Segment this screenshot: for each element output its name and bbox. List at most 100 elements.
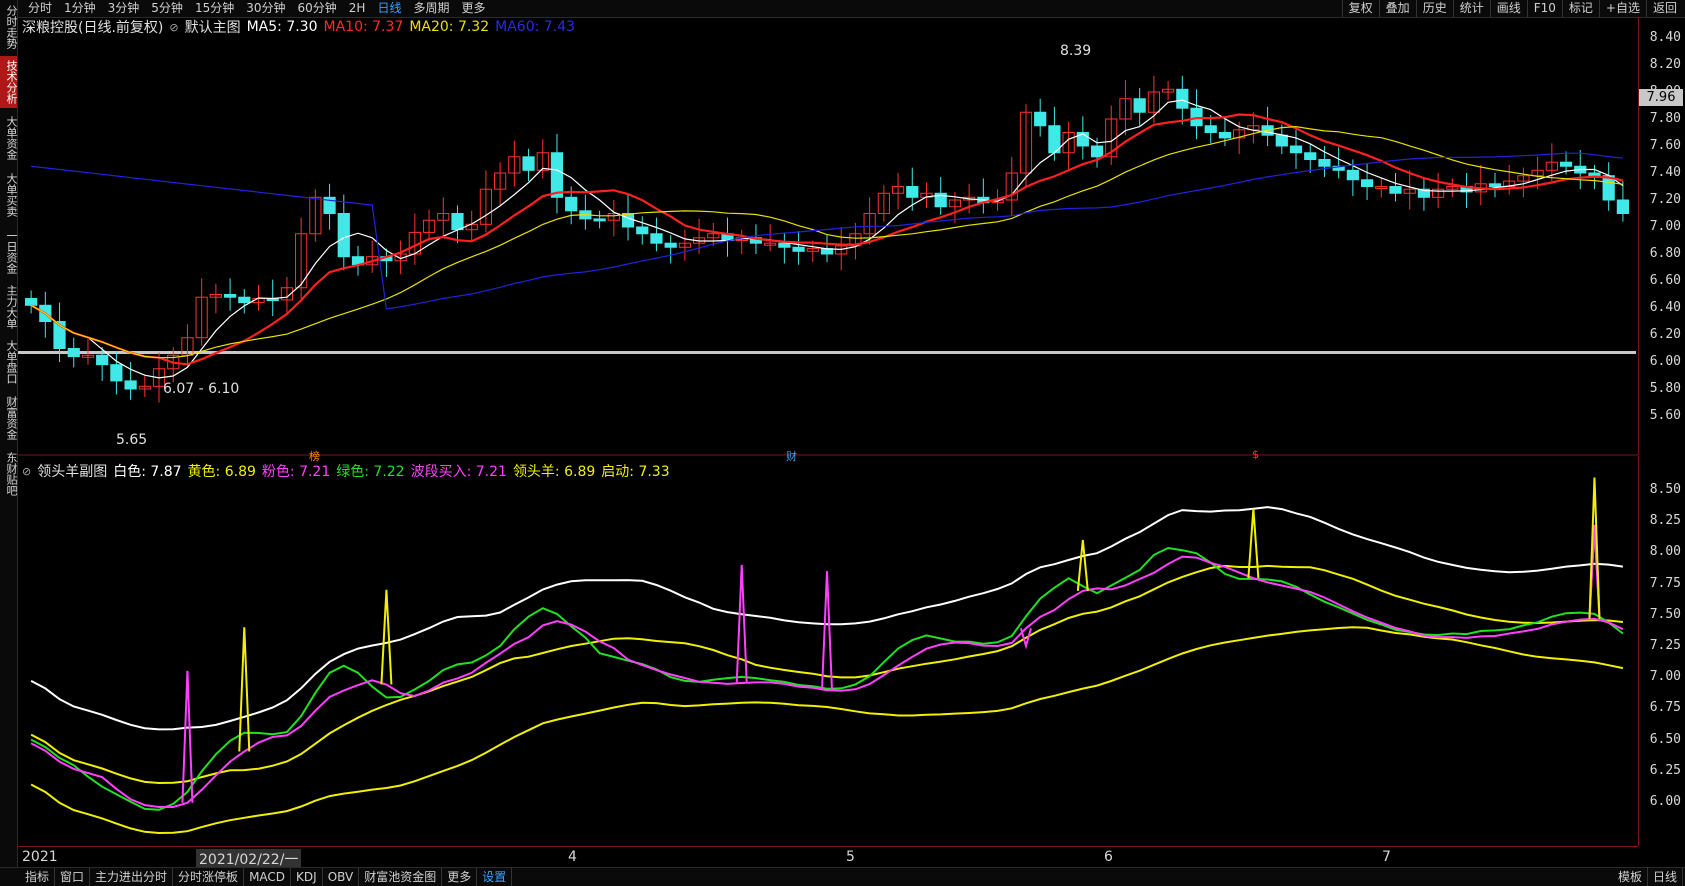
candle-body [565,196,578,212]
candle-body [1318,159,1331,167]
price-tick: 8.40 [1649,30,1681,45]
sub-tick: 8.00 [1649,544,1681,560]
ma10-value: MA10: 7.37 [323,19,404,35]
indicator-tab-8[interactable]: 更多 [442,868,478,886]
yellow-line-upper [30,564,1624,785]
date-axis: 2021 2021/02/22/一 4 5 6 7 [18,846,1638,869]
price-tick: 6.20 [1649,327,1681,342]
sub-tick: 6.75 [1649,700,1681,716]
candle-body [1034,111,1047,127]
candle-body [25,298,38,306]
candle-body [1304,152,1317,160]
price-tick: 5.80 [1649,381,1681,396]
leader-value: 领头羊: 6.89 [512,464,596,480]
candle-body [1218,132,1232,139]
bottom-right-tab-0[interactable]: 模板 [1613,868,1648,886]
candle-body [1190,107,1203,127]
candle-body [96,354,109,366]
candle-body [593,218,606,222]
indicator-tab-4[interactable]: MACD [244,868,292,886]
candle-body [1176,88,1189,109]
candle-body [451,213,464,231]
white-value: 白色: 7.87 [113,464,182,480]
candle-body [778,242,791,248]
green-value: 绿色: 7.22 [336,464,405,480]
date-tick: 4 [568,849,577,865]
candle-body [223,294,237,298]
price-tick: 7.60 [1649,138,1681,153]
candle-body [110,364,123,382]
price-tick: 7.40 [1649,165,1681,180]
date-tick: 7 [1382,849,1391,865]
ma60-line [31,152,1623,310]
price-tick: 6.40 [1649,300,1681,315]
signal-spike [1076,539,1089,591]
sub-tick: 7.25 [1649,638,1681,653]
price-tick: 7.80 [1649,111,1681,126]
stock-title[interactable]: 深粮控股(日线.前复权) [22,17,163,37]
sub-title[interactable]: 领头羊副图 [37,461,107,481]
candle-body [1488,183,1502,188]
candle-body [550,152,564,198]
event-marker-cai[interactable]: 财 [786,448,797,464]
sub-tick: 8.50 [1649,482,1681,497]
event-marker-s[interactable]: $ [1252,448,1259,461]
indicator-tab-1[interactable]: 窗口 [55,868,91,886]
candle-body [1389,186,1402,194]
candle-body [792,246,805,252]
chart-mode-icon[interactable]: ⊘ [169,21,178,34]
candle-body [621,213,635,228]
yellow-line-lower [30,626,1624,835]
signal-spike [735,564,748,684]
indicator-tab-3[interactable]: 分时涨停板 [173,868,245,886]
buy-value: 波段买入: 7.21 [410,464,507,480]
high-annotation: 8.39 [1060,43,1092,59]
candle-body [636,226,649,235]
indicator-toolbar: 指标 窗口 主力进出分时 分时涨停板 MACD KDJ OBV 财富池资金图 更多 设置 模板 日线 [0,867,1685,886]
indicator-tab-9[interactable]: 设置 [477,868,513,886]
sub-tick: 7.00 [1649,669,1681,685]
sub-tick: 7.75 [1649,575,1681,591]
indicator-tab-2[interactable]: 主力进出分时 [90,868,174,886]
range-annotation: 6.07 - 6.10 [163,381,240,397]
candle-body [337,213,350,258]
candle-body [67,348,80,358]
start-value: 启动: 7.33 [601,464,670,480]
indicator-tab-6[interactable]: OBV [323,868,360,886]
price-tick: 7.20 [1649,192,1681,207]
bottom-right-tab-1[interactable]: 日线 [1648,868,1683,886]
yellow-value: 黄色: 6.89 [187,464,256,480]
white-line [30,506,1624,731]
candle-body [1360,179,1374,187]
sub-tick: 8.25 [1649,513,1681,529]
sub-tick: 6.50 [1649,731,1681,747]
sub-tick: 7.50 [1649,606,1681,622]
event-marker-bang[interactable]: 榜 [309,448,320,464]
sub-tick: 6.00 [1649,794,1681,809]
price-tick: 5.60 [1649,408,1681,423]
candle-body [664,242,677,248]
kline-chart[interactable] [0,0,1685,886]
indicator-tab-0[interactable]: 指标 [20,868,56,886]
ma60-value: MA60: 7.43 [495,19,575,35]
sub-chart-header: ⊘ 领头羊副图 白色: 7.87 黄色: 6.89 粉色: 7.21 绿色: 7… [22,461,670,481]
candle-body [522,156,535,171]
price-tick: 6.00 [1649,354,1681,369]
signal-spike [821,571,833,691]
chart-label[interactable]: 默认主图 [185,17,241,37]
low-annotation: 5.65 [116,432,148,448]
candle-body [650,233,663,244]
sub-tick: 6.25 [1649,762,1681,778]
candle-body [1588,172,1601,177]
candle-body [124,380,137,390]
date-tick: 5 [846,849,855,865]
indicator-tab-5[interactable]: KDJ [291,868,323,886]
candle-body [1346,169,1359,181]
date-tick: 6 [1104,849,1113,865]
sub-mode-icon[interactable]: ⊘ [22,465,31,478]
pink-value: 粉色: 7.21 [261,464,331,480]
ma5-value: MA5: 7.30 [246,19,318,35]
candle-body [1616,199,1629,214]
candle-body [1289,145,1303,154]
indicator-tab-7[interactable]: 财富池资金图 [359,868,443,886]
